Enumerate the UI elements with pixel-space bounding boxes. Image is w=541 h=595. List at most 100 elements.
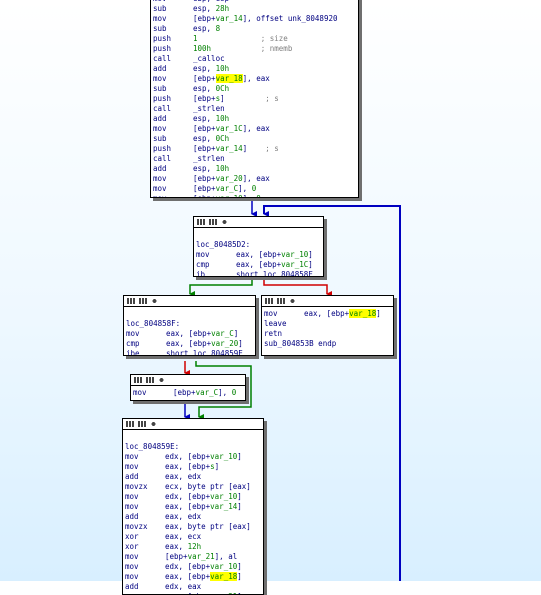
asm-line[interactable]: xor eax, 12h [125,542,263,552]
asm-line[interactable]: sub esp, 0Ch [153,134,358,144]
asm-operand[interactable]: eax, ecx [165,532,201,541]
asm-operand[interactable]: 10h [216,164,230,173]
asm-line[interactable]: sub esp, 28h [153,4,358,14]
asm-operand[interactable]: ; size [198,34,288,43]
asm-operand[interactable]: ; s [247,144,279,153]
asm-line[interactable]: add esp, 10h [153,164,358,174]
asm-operand[interactable]: var_10 [210,562,237,571]
asm-operand[interactable]: [ebp+ [193,14,216,23]
asm-operand[interactable]: ], al [215,552,238,561]
asm-mnemonic[interactable]: mov [125,562,165,572]
asm-operand[interactable]: 8 [216,24,221,33]
asm-mnemonic[interactable]: call [153,154,193,164]
asm-operand[interactable]: loc_804859E: [125,442,179,451]
asm-mnemonic[interactable]: sub [153,134,193,144]
asm-operand[interactable]: 10h [216,64,230,73]
code-block-entry[interactable]: movebp, espsubesp, 28hmov[ebp+var_14], o… [150,0,359,198]
asm-mnemonic[interactable]: add [153,114,193,124]
asm-mnemonic[interactable]: movzx [125,522,165,532]
asm-mnemonic[interactable]: call [153,104,193,114]
code-block-reset-c[interactable]: mov [ebp+var_C], 0 [130,374,246,401]
asm-operand[interactable]: ] [238,339,243,348]
asm-mnemonic[interactable]: xor [125,532,165,542]
asm-mnemonic[interactable]: jb [196,270,236,276]
asm-operand[interactable]: 0 [232,388,237,397]
asm-mnemonic[interactable]: add [125,512,165,522]
graph-icon[interactable] [146,377,154,383]
asm-operand[interactable]: eax, [ebp+ [166,339,211,348]
asm-operand[interactable]: var_21 [188,552,215,561]
graph-icon[interactable] [209,219,217,225]
asm-mnemonic[interactable]: mov [196,250,236,260]
asm-mnemonic[interactable]: add [153,164,193,174]
asm-line[interactable]: loc_80485D2: [196,240,323,250]
asm-operand[interactable]: esp, [193,24,216,33]
asm-operand[interactable]: eax, [ebp+ [166,329,211,338]
asm-line[interactable]: mov [ebp+var_14], offset unk_8048920 [153,14,358,24]
asm-operand[interactable]: ], [243,194,257,197]
asm-mnemonic[interactable]: jbe [126,349,166,355]
asm-line[interactable]: sub esp, 0Ch [153,84,358,94]
code-block-loc-80485d2[interactable]: loc_80485D2: mov eax, [ebp+var_10] cmp eax, … [193,216,324,277]
asm-operand[interactable]: ecx, byte ptr [eax] [165,482,251,491]
asm-operand[interactable]: [ebp+ [193,124,216,133]
asm-operand[interactable]: eax, byte ptr [eax] [165,522,251,531]
asm-operand[interactable]: edx, [ebp+ [165,492,210,501]
asm-line[interactable]: call _calloc [153,54,358,64]
asm-operand[interactable]: [ebp+ [173,388,196,397]
asm-operand[interactable]: eax, [ebp+ [165,462,210,471]
color-icon[interactable] [265,298,273,304]
asm-operand[interactable]: eax, edx [165,512,201,521]
asm-mnemonic[interactable]: push [153,34,193,44]
asm-operand[interactable]: loc_80485D2: [196,240,250,249]
asm-mnemonic[interactable]: mov [153,124,193,134]
asm-mnemonic[interactable]: mov [133,388,173,398]
asm-operand[interactable]: var_1C [281,260,308,269]
asm-operand[interactable]: var_C [211,329,234,338]
asm-line[interactable]: call _strlen [153,104,358,114]
asm-operand[interactable]: var_C [196,388,219,397]
asm-line[interactable]: push 100h ; nmemb [153,44,358,54]
asm-line[interactable]: push [ebp+s] ; s [153,94,358,104]
highlighted-operand[interactable]: var_18 [215,74,243,83]
highlighted-operand[interactable]: var_18 [210,572,238,581]
highlighted-operand[interactable]: var_18 [349,309,377,318]
asm-operand[interactable]: ], eax [243,74,270,83]
asm-line[interactable]: jbe short loc_804859E [126,349,255,355]
asm-operand[interactable]: 0Ch [216,84,230,93]
asm-operand[interactable]: eax, edx [165,472,201,481]
asm-mnemonic[interactable]: add [125,582,165,592]
color-icon[interactable] [127,298,135,304]
asm-operand[interactable]: eax, [ebp+ [304,309,349,318]
asm-mnemonic[interactable]: mov [125,502,165,512]
asm-operand[interactable]: ; nmemb [211,44,293,53]
asm-operand[interactable]: var_10 [216,194,243,197]
asm-line[interactable]: mov [ebp+var_C], 0 [153,184,358,194]
asm-operand[interactable]: esp, [193,134,216,143]
asm-line[interactable]: push [ebp+var_14] ; s [153,144,358,154]
asm-operand[interactable]: ], [238,184,252,193]
asm-operand[interactable]: ] [237,502,242,511]
asm-mnemonic[interactable]: mov [125,492,165,502]
asm-mnemonic[interactable]: mov [264,309,304,319]
code-block-loc-804859e[interactable]: loc_804859E: mov edx, [ebp+var_10] mov eax, … [122,418,264,595]
group-icon[interactable] [221,219,228,225]
asm-mnemonic[interactable]: add [153,64,193,74]
asm-line[interactable]: mov eax, [ebp+var_14] [125,502,263,512]
asm-line[interactable]: mov [ebp+var_20], eax [153,174,358,184]
asm-line[interactable]: add edx, eax [125,582,263,592]
asm-mnemonic[interactable]: push [153,94,193,104]
group-icon[interactable] [158,377,165,383]
asm-operand[interactable]: var_14 [210,502,237,511]
asm-line[interactable]: loc_804858F: [126,319,255,329]
code-block-loc-804858f[interactable]: loc_804858F: mov eax, [ebp+var_C] cmp eax, [… [123,295,256,356]
asm-mnemonic[interactable]: push [153,44,193,54]
asm-operand[interactable]: edx, [ebp+ [165,562,210,571]
asm-operand[interactable]: _calloc [193,54,225,63]
asm-operand[interactable]: ], [218,388,232,397]
asm-mnemonic[interactable]: movzx [125,482,165,492]
asm-operand[interactable]: var_10 [281,250,308,259]
asm-mnemonic[interactable]: sub [153,4,193,14]
asm-line[interactable]: loc_804859E: [125,442,263,452]
asm-mnemonic[interactable]: mov [153,174,193,184]
